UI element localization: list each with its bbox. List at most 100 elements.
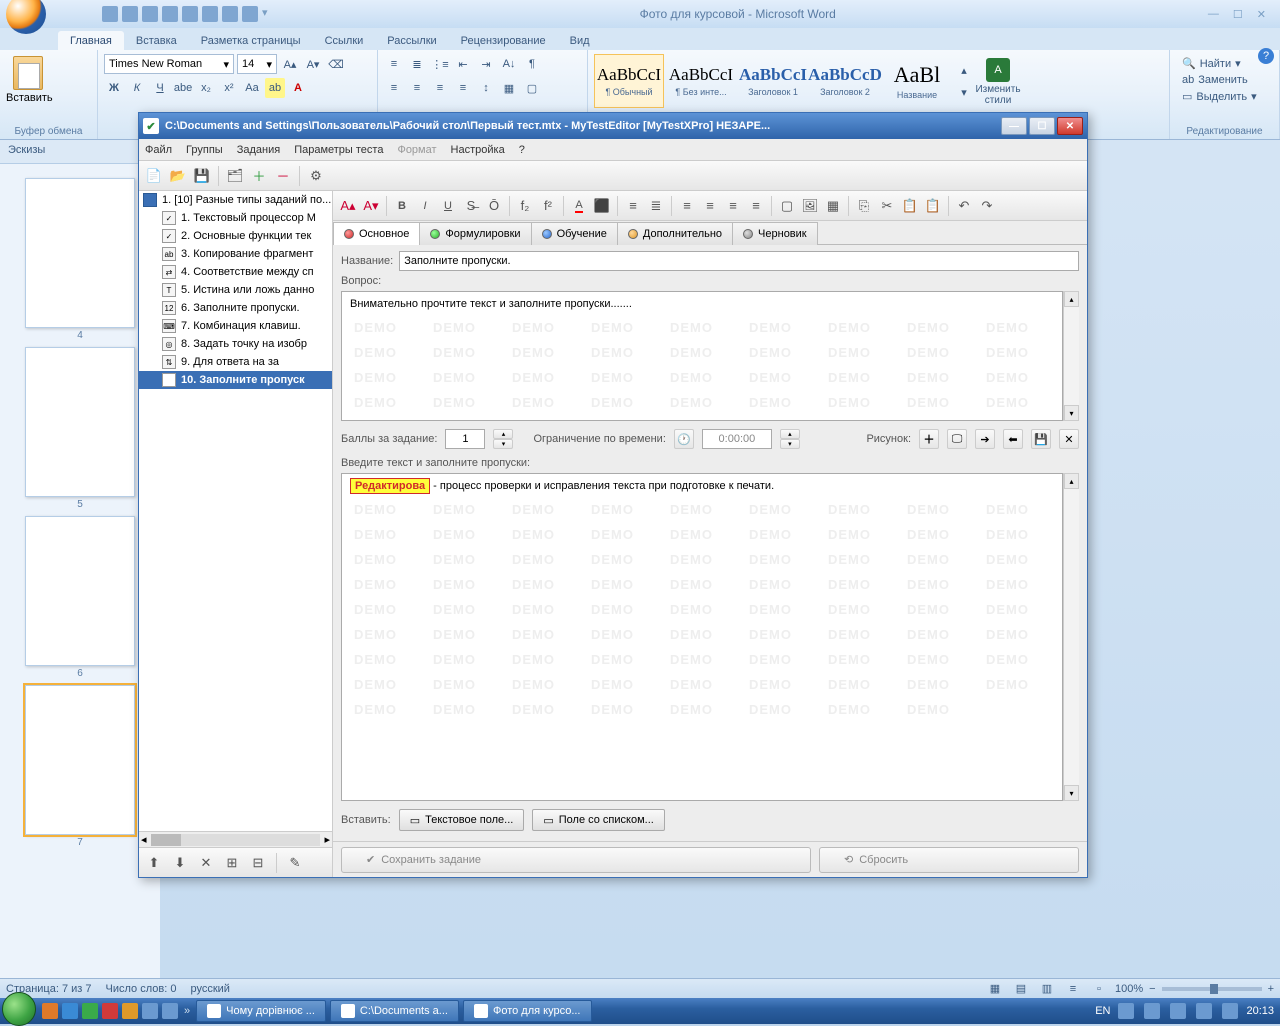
tree-expand-icon[interactable]: ⊞: [221, 852, 243, 874]
tray-icon[interactable]: [1144, 1003, 1160, 1019]
tree-item-3[interactable]: ab3. Копирование фрагмент: [139, 245, 332, 263]
fill-textarea[interactable]: Редактирова - процесс проверки и исправл…: [341, 473, 1063, 801]
tree-down-icon[interactable]: ⬇: [169, 852, 191, 874]
tray-volume-icon[interactable]: [1170, 1003, 1186, 1019]
clear-format-icon[interactable]: ⌫: [326, 54, 346, 74]
subscript-icon[interactable]: x₂: [196, 78, 216, 98]
menu-groups[interactable]: Группы: [186, 144, 223, 156]
points-up-icon[interactable]: ▴: [493, 429, 513, 439]
ql-ie-icon[interactable]: [62, 1003, 78, 1019]
question-textarea[interactable]: Внимательно прочтите текст и заполните п…: [341, 291, 1063, 421]
tree-collapse-icon[interactable]: ✕: [195, 852, 217, 874]
fmt-bullets-icon[interactable]: ≡: [622, 195, 644, 217]
lang-indicator[interactable]: EN: [1095, 1005, 1110, 1017]
task-item-1[interactable]: Чому дорівнює ...: [196, 1000, 326, 1022]
tree-item-6[interactable]: 126. Заполните пропуски.: [139, 299, 332, 317]
fmt-undo-icon[interactable]: ↶: [953, 195, 975, 217]
view-outline-icon[interactable]: ≡: [1063, 979, 1083, 999]
tb-add-icon[interactable]: ＋: [248, 165, 270, 187]
ribbon-tab-mailings[interactable]: Рассылки: [375, 31, 448, 50]
fmt-italic-icon[interactable]: I: [414, 195, 436, 217]
borders-icon[interactable]: ▢: [522, 78, 542, 98]
fmt-strike-icon[interactable]: S̶: [460, 195, 482, 217]
time-input[interactable]: [702, 429, 772, 449]
fmt-justify-icon[interactable]: ≡: [745, 195, 767, 217]
mte-minimize-icon[interactable]: —: [1001, 117, 1027, 135]
tree-item-10[interactable]: ab10. Заполните пропуск: [139, 371, 332, 389]
ql-other-icon[interactable]: [142, 1003, 158, 1019]
insert-combo-button[interactable]: ▭Поле со списком...: [532, 809, 664, 831]
fmt-sub-icon[interactable]: f₂: [514, 195, 536, 217]
ribbon-tab-review[interactable]: Рецензирование: [449, 31, 558, 50]
pic-delete-icon[interactable]: ✕: [1059, 429, 1079, 449]
thumbnail-5[interactable]: [25, 347, 135, 497]
indent-icon[interactable]: ⇥: [476, 54, 496, 74]
fmt-paste-icon[interactable]: 📋: [899, 195, 921, 217]
fmt-bold-icon[interactable]: B: [391, 195, 413, 217]
tree-brush-icon[interactable]: ✎: [284, 852, 306, 874]
style-h2[interactable]: AaBbCcDЗаголовок 2: [810, 54, 880, 108]
replace-button[interactable]: abЗаменить: [1180, 73, 1269, 87]
fmt-table-icon[interactable]: ▦: [822, 195, 844, 217]
time-up-icon[interactable]: ▴: [780, 429, 800, 439]
numbering-icon[interactable]: ≣: [407, 54, 427, 74]
tab-formulation[interactable]: Формулировки: [419, 222, 531, 245]
help-icon[interactable]: ?: [1258, 48, 1274, 64]
strike-icon[interactable]: abe: [173, 78, 193, 98]
ql-player-icon[interactable]: [122, 1003, 138, 1019]
shrink-font-icon[interactable]: A▾: [303, 54, 323, 74]
tree-item-7[interactable]: ⌨7. Комбинация клавиш.: [139, 317, 332, 335]
fmt-center-icon[interactable]: ≡: [699, 195, 721, 217]
qat-spell-icon[interactable]: [242, 6, 258, 22]
task-item-3[interactable]: Фото для курсо...: [463, 1000, 592, 1022]
tb-remove-icon[interactable]: －: [272, 165, 294, 187]
tray-icon[interactable]: [1118, 1003, 1134, 1019]
align-center-icon[interactable]: ≡: [407, 78, 427, 98]
fmt-object-icon[interactable]: ▢: [776, 195, 798, 217]
ql-chrome-icon[interactable]: [82, 1003, 98, 1019]
tb-save-icon[interactable]: 💾: [191, 165, 213, 187]
pic-add-icon[interactable]: ＋: [919, 429, 939, 449]
pic-screen-icon[interactable]: 🖵: [947, 429, 967, 449]
tab-draft[interactable]: Черновик: [732, 222, 818, 245]
fmt-image-icon[interactable]: 🖼: [799, 195, 821, 217]
line-spacing-icon[interactable]: ↕: [476, 78, 496, 98]
points-down-icon[interactable]: ▾: [493, 439, 513, 449]
tree-up-icon[interactable]: ⬆: [143, 852, 165, 874]
ql-other2-icon[interactable]: [162, 1003, 178, 1019]
mte-maximize-icon[interactable]: ☐: [1029, 117, 1055, 135]
zoom-out-icon[interactable]: −: [1149, 983, 1155, 995]
ribbon-tab-layout[interactable]: Разметка страницы: [189, 31, 313, 50]
minimize-icon[interactable]: —: [1208, 8, 1219, 21]
status-lang[interactable]: русский: [190, 983, 229, 995]
fill-scrollbar[interactable]: ▴▾: [1063, 473, 1079, 801]
tab-extra[interactable]: Дополнительно: [617, 222, 733, 245]
qat-redo-icon[interactable]: [142, 6, 158, 22]
view-web-icon[interactable]: ▥: [1037, 979, 1057, 999]
tb-settings-icon[interactable]: ⚙: [305, 165, 327, 187]
dedent-icon[interactable]: ⇤: [453, 54, 473, 74]
fmt-color-icon[interactable]: A: [568, 195, 590, 217]
style-title[interactable]: AaBlНазвание: [882, 54, 952, 108]
tree-item-4[interactable]: ⇄4. Соответствие между сп: [139, 263, 332, 281]
zoom-slider[interactable]: [1162, 987, 1262, 991]
font-color-icon[interactable]: A: [288, 78, 308, 98]
paste-button[interactable]: Вставить: [6, 54, 50, 104]
view-print-icon[interactable]: ▦: [985, 979, 1005, 999]
mte-titlebar[interactable]: ✔ C:\Documents and Settings\Пользователь…: [139, 113, 1087, 139]
view-draft-icon[interactable]: ▫: [1089, 979, 1109, 999]
fmt-highlight-icon[interactable]: ⬛: [591, 195, 613, 217]
fmt-cut-icon[interactable]: ✂: [876, 195, 898, 217]
menu-file[interactable]: Файл: [145, 144, 172, 156]
tree-hscroll[interactable]: ◂▸: [139, 831, 332, 847]
fmt-paste2-icon[interactable]: 📋: [922, 195, 944, 217]
align-right-icon[interactable]: ≡: [430, 78, 450, 98]
menu-help[interactable]: ?: [519, 144, 525, 156]
tb-group-icon[interactable]: 🗂: [224, 165, 246, 187]
style-normal[interactable]: AaBbCcI¶ Обычный: [594, 54, 664, 108]
bullets-icon[interactable]: ≡: [384, 54, 404, 74]
menu-settings[interactable]: Настройка: [451, 144, 505, 156]
fmt-sup-icon[interactable]: f²: [537, 195, 559, 217]
ql-firefox-icon[interactable]: [42, 1003, 58, 1019]
tb-open-icon[interactable]: 📂: [167, 165, 189, 187]
